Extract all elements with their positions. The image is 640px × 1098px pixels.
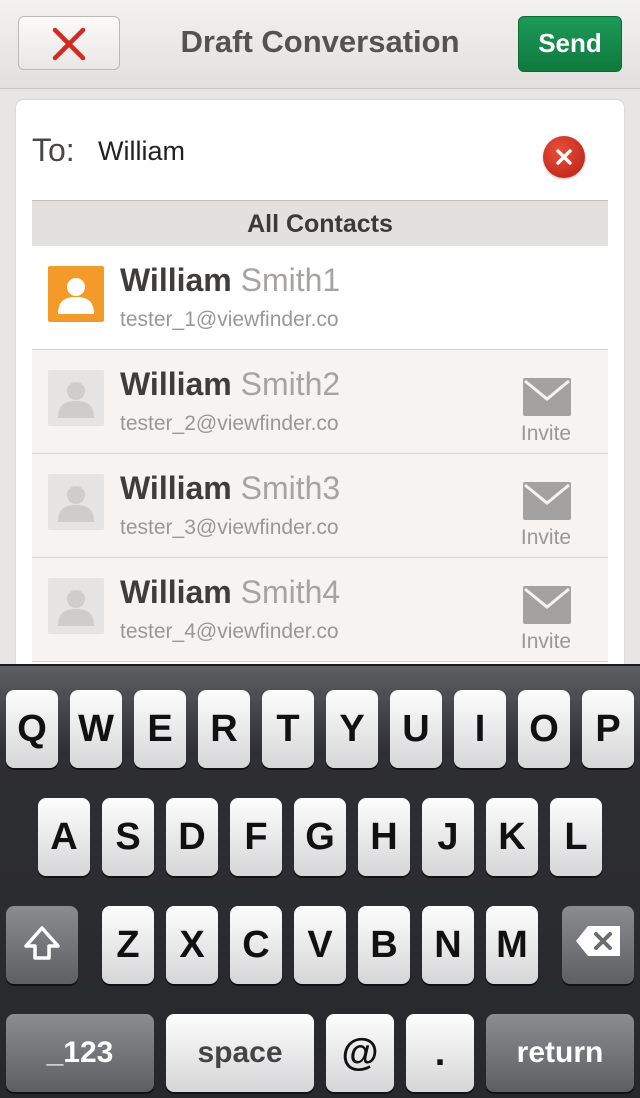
key-b[interactable]: B (358, 906, 410, 984)
contact-row[interactable]: William Smith3 tester_3@viewfinder.co In… (32, 454, 608, 558)
contact-last-name: Smith3 (240, 470, 341, 506)
key-w[interactable]: W (70, 690, 122, 768)
key-n[interactable]: N (422, 906, 474, 984)
key-y[interactable]: Y (326, 690, 378, 768)
invite-label: Invite (520, 526, 572, 549)
contact-name: William Smith1 (120, 262, 340, 299)
key-r[interactable]: R (198, 690, 250, 768)
page-title: Draft Conversation (180, 24, 460, 59)
contact-last-name: Smith1 (240, 262, 341, 298)
key-a[interactable]: A (38, 798, 90, 876)
contact-row[interactable]: William Smith1 tester_1@viewfinder.co (32, 246, 608, 350)
key-u[interactable]: U (390, 690, 442, 768)
mail-icon (523, 378, 571, 416)
space-key[interactable]: space (166, 1014, 314, 1092)
clear-button[interactable] (543, 136, 585, 178)
key-x[interactable]: X (166, 906, 218, 984)
invite-button[interactable]: Invite (508, 480, 584, 556)
key-q[interactable]: Q (6, 690, 58, 768)
send-button[interactable]: Send (518, 16, 622, 72)
mail-icon (523, 482, 571, 520)
key-j[interactable]: J (422, 798, 474, 876)
key-z[interactable]: Z (102, 906, 154, 984)
numbers-key[interactable]: _123 (6, 1014, 154, 1092)
key-s[interactable]: S (102, 798, 154, 876)
contact-first-name: William (120, 262, 232, 298)
invite-button[interactable]: Invite (508, 376, 584, 452)
key-h[interactable]: H (358, 798, 410, 876)
avatar-icon (48, 474, 104, 530)
invite-label: Invite (520, 422, 572, 445)
key-m[interactable]: M (486, 906, 538, 984)
contact-last-name: Smith4 (240, 574, 341, 610)
to-label: To: (32, 132, 75, 168)
close-icon (52, 27, 86, 61)
contact-name: William Smith2 (120, 366, 340, 403)
contact-first-name: William (120, 366, 232, 402)
contact-row[interactable]: William Smith2 tester_2@viewfinder.co In… (32, 350, 608, 454)
contact-email: tester_2@viewfinder.co (120, 412, 339, 435)
dot-key[interactable]: . (406, 1014, 474, 1092)
key-d[interactable]: D (166, 798, 218, 876)
contact-first-name: William (120, 470, 232, 506)
key-c[interactable]: C (230, 906, 282, 984)
contact-email: tester_1@viewfinder.co (120, 308, 339, 331)
contact-row[interactable]: William Smith4 tester_4@viewfinder.co In… (32, 558, 608, 662)
contact-email: tester_3@viewfinder.co (120, 516, 339, 539)
key-l[interactable]: L (550, 798, 602, 876)
avatar-icon (48, 578, 104, 634)
key-k[interactable]: K (486, 798, 538, 876)
key-i[interactable]: I (454, 690, 506, 768)
contact-email: tester_4@viewfinder.co (120, 620, 339, 643)
cancel-button[interactable] (18, 16, 120, 70)
key-g[interactable]: G (294, 798, 346, 876)
to-input[interactable]: William (98, 136, 185, 167)
avatar-icon (48, 266, 104, 322)
shift-icon (24, 926, 60, 960)
key-p[interactable]: P (582, 690, 634, 768)
at-key[interactable]: @ (326, 1014, 394, 1092)
to-field-row[interactable]: To: William (16, 100, 624, 200)
invite-label: Invite (520, 630, 572, 653)
clear-icon (556, 149, 572, 165)
navigation-bar: Draft Conversation Send (0, 0, 640, 89)
key-f[interactable]: F (230, 798, 282, 876)
mail-icon (523, 586, 571, 624)
key-e[interactable]: E (134, 690, 186, 768)
backspace-key[interactable] (562, 906, 634, 984)
keyboard: Q W E R T Y U I O P A S D F G H J K L Z X C V B N M _123 space @. ret… (0, 664, 640, 1098)
contact-last-name: Smith2 (240, 366, 341, 402)
contact-name: William Smith4 (120, 574, 340, 611)
return-key[interactable]: return (486, 1014, 634, 1092)
key-v[interactable]: V (294, 906, 346, 984)
key-o[interactable]: O (518, 690, 570, 768)
section-header-all-contacts: All Contacts (32, 200, 608, 246)
contact-first-name: William (120, 574, 232, 610)
invite-button[interactable]: Invite (508, 584, 584, 660)
avatar-icon (48, 370, 104, 426)
contact-name: William Smith3 (120, 470, 340, 507)
shift-key[interactable] (6, 906, 78, 984)
key-t[interactable]: T (262, 690, 314, 768)
backspace-icon (576, 926, 620, 956)
